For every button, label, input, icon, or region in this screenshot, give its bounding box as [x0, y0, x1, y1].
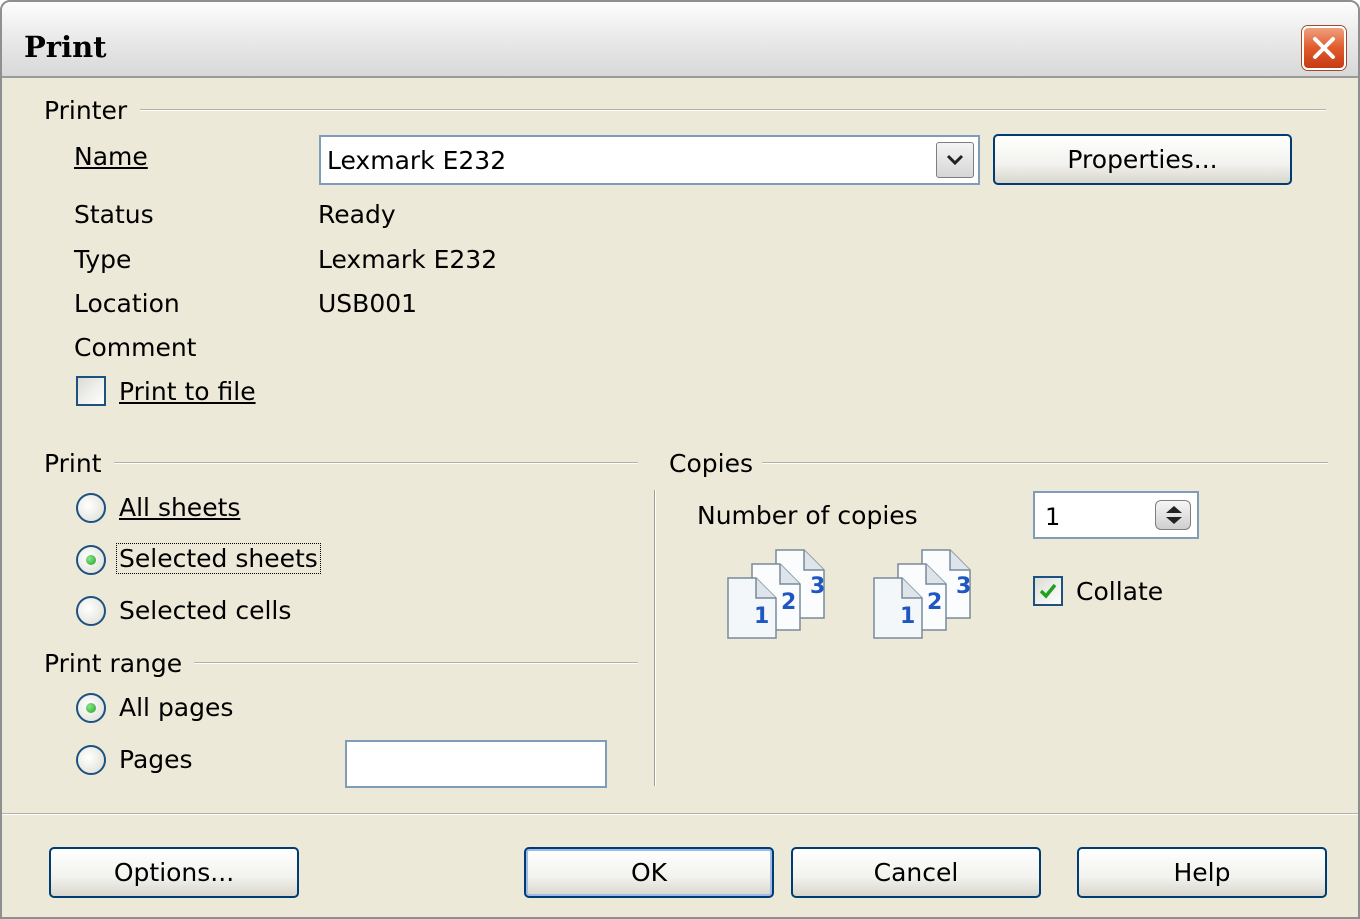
status-value: Ready: [318, 200, 396, 229]
print-group-label: Print: [44, 449, 102, 478]
radio-all-pages[interactable]: [76, 693, 106, 723]
collated-pages-icon: 3 2 1: [870, 548, 980, 646]
number-of-copies-spinner[interactable]: 1: [1033, 491, 1199, 539]
comment-label: Comment: [74, 333, 197, 362]
location-value: USB001: [318, 289, 418, 318]
pages-input[interactable]: [345, 740, 607, 788]
selected-cells-label[interactable]: Selected cells: [119, 596, 291, 625]
print-range-group-divider: [194, 662, 638, 664]
help-button[interactable]: Help: [1077, 847, 1327, 898]
print-to-file-label[interactable]: Print to file: [119, 377, 256, 406]
printer-name-label: Name: [74, 142, 148, 171]
title-bar: Print: [2, 2, 1358, 78]
window-title: Print: [24, 30, 107, 64]
all-sheets-label[interactable]: All sheets: [119, 493, 240, 522]
ok-button[interactable]: OK: [524, 847, 774, 898]
number-of-copies-value: 1: [1045, 503, 1061, 531]
print-dialog: Print Printer Name Lexmark E232 Properti…: [0, 0, 1360, 919]
copies-group-divider: [762, 462, 1328, 464]
radio-selected-cells[interactable]: [76, 596, 106, 626]
properties-button[interactable]: Properties...: [993, 134, 1292, 185]
uncollated-page-3: 3: [810, 574, 826, 599]
collate-checkbox[interactable]: [1033, 576, 1063, 606]
printer-group-divider: [140, 109, 1326, 111]
print-group-divider: [114, 462, 638, 464]
collate-label[interactable]: Collate: [1076, 577, 1163, 606]
location-label: Location: [74, 289, 180, 318]
pages-label[interactable]: Pages: [119, 745, 193, 774]
type-label: Type: [74, 245, 132, 274]
selected-sheets-label[interactable]: Selected sheets: [116, 543, 321, 574]
collated-page-3: 3: [956, 574, 972, 599]
print-to-file-checkbox[interactable]: [76, 376, 106, 406]
uncollated-page-1: 1: [754, 604, 770, 629]
radio-all-sheets[interactable]: [76, 493, 106, 523]
radio-pages[interactable]: [76, 745, 106, 775]
cancel-button[interactable]: Cancel: [791, 847, 1041, 898]
collated-page-1: 1: [900, 604, 916, 629]
close-button[interactable]: [1302, 26, 1346, 70]
status-label: Status: [74, 200, 154, 229]
column-separator: [654, 490, 656, 786]
copies-spin-button[interactable]: [1155, 500, 1191, 530]
button-row-divider: [2, 813, 1358, 815]
collated-page-2: 2: [927, 590, 943, 615]
options-button[interactable]: Options...: [49, 847, 299, 898]
uncollated-pages-icon: 3 2 1: [724, 548, 834, 646]
radio-selected-sheets[interactable]: [76, 545, 106, 575]
print-range-group-label: Print range: [44, 649, 183, 678]
type-value: Lexmark E232: [318, 245, 498, 274]
printer-name-value: Lexmark E232: [327, 146, 507, 175]
printer-name-combobox[interactable]: Lexmark E232: [319, 135, 980, 185]
printer-dropdown-button[interactable]: [936, 142, 974, 178]
copies-group-label: Copies: [669, 449, 753, 478]
number-of-copies-label: Number of copies: [697, 501, 918, 530]
printer-group-label: Printer: [44, 96, 128, 125]
all-pages-label[interactable]: All pages: [119, 693, 233, 722]
uncollated-page-2: 2: [781, 590, 797, 615]
